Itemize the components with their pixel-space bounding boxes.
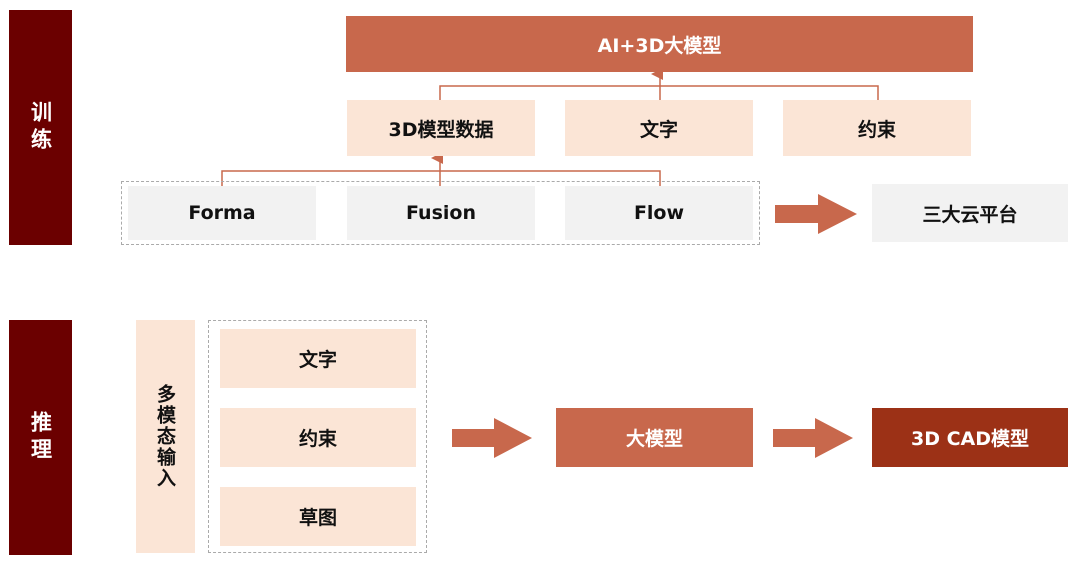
ai-3d-model-box: AI+3D大模型 bbox=[346, 16, 973, 72]
arrow-right-icon bbox=[773, 418, 853, 458]
source-fusion: Fusion bbox=[347, 186, 535, 240]
cloud-platform-box: 三大云平台 bbox=[872, 184, 1068, 242]
multimodal-input-label: 多模态输入 bbox=[136, 320, 195, 553]
connector-inputs-to-model bbox=[439, 74, 879, 100]
training-label: 训练 bbox=[9, 10, 72, 245]
training-input-text: 文字 bbox=[565, 100, 753, 156]
source-forma: Forma bbox=[128, 186, 316, 240]
arrow-right-icon bbox=[452, 418, 532, 458]
training-input-3d-data: 3D模型数据 bbox=[347, 100, 535, 156]
inference-input-text: 文字 bbox=[220, 329, 416, 388]
arrow-right-icon bbox=[775, 194, 857, 234]
inference-input-constraint: 约束 bbox=[220, 408, 416, 467]
source-flow: Flow bbox=[565, 186, 753, 240]
cad-model-output-box: 3D CAD模型 bbox=[872, 408, 1068, 467]
large-model-box: 大模型 bbox=[556, 408, 753, 467]
training-input-constraint: 约束 bbox=[783, 100, 971, 156]
inference-input-sketch: 草图 bbox=[220, 487, 416, 546]
inference-label: 推理 bbox=[9, 320, 72, 555]
